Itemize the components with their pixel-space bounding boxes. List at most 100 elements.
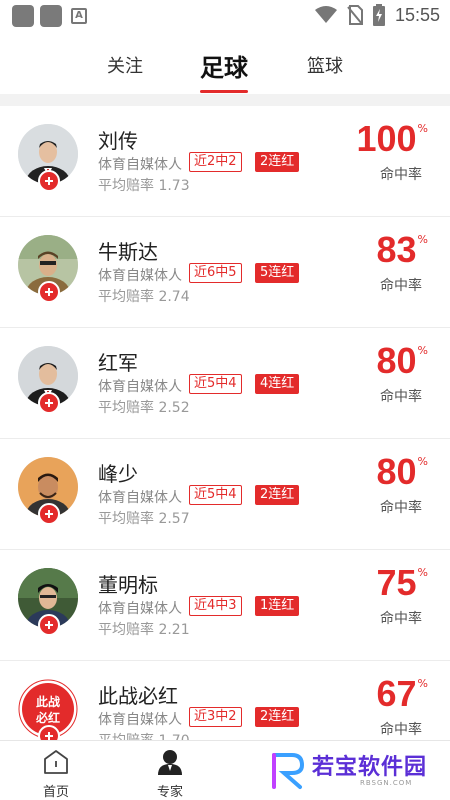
percent-sign: % [417, 455, 428, 468]
wifi-icon [314, 6, 337, 23]
recent-record-badge: 近5中4 [189, 485, 242, 505]
win-streak-badge: 1连红 [255, 596, 300, 616]
avatar-logo-text: 此战 [36, 694, 60, 709]
plus-icon [45, 288, 53, 296]
percent-sign: % [417, 122, 428, 135]
expert-name: 刘传 [98, 129, 138, 153]
hit-rate-value: 75 [376, 562, 417, 603]
follow-button[interactable] [38, 725, 60, 740]
plus-icon [45, 177, 53, 185]
avatar-logo-text: 必红 [35, 710, 60, 725]
hit-rate-label: 命中率 [380, 389, 422, 405]
average-odds: 平均赔率 1.70 [98, 730, 190, 740]
tab-follow[interactable]: 关注 [107, 52, 143, 78]
plus-icon [45, 732, 53, 740]
follow-button[interactable] [38, 392, 60, 414]
hit-rate: 83% [377, 229, 429, 271]
hit-rate-value: 83 [376, 229, 417, 270]
battery-charging-icon [372, 4, 385, 26]
bottom-navigation: 首页 专家 若宝软件园 RBSGN.COM [0, 740, 450, 800]
average-odds: 平均赔率 2.52 [98, 400, 190, 416]
expert-role: 体育自媒体人 [98, 490, 182, 506]
hit-rate: 67% [377, 673, 429, 715]
expert-row[interactable]: 此战 必红 此战必红 体育自媒体人 近3中2 2连红 平均赔率 1.70 67%… [0, 661, 450, 740]
recent-record-badge: 近6中5 [189, 263, 242, 283]
follow-button[interactable] [38, 614, 60, 636]
hit-rate-label: 命中率 [380, 611, 422, 627]
app-notification-icon [12, 5, 34, 27]
app-notification-icon [40, 5, 62, 27]
recent-record-badge: 近4中3 [189, 596, 242, 616]
no-sim-icon [347, 5, 363, 25]
follow-button[interactable] [38, 170, 60, 192]
percent-sign: % [417, 233, 428, 246]
hit-rate: 80% [377, 451, 429, 493]
hit-rate-label: 命中率 [380, 167, 422, 183]
expert-name: 董明标 [98, 573, 158, 597]
recent-record-badge: 近2中2 [189, 152, 242, 172]
win-streak-badge: 5连红 [255, 263, 300, 283]
expert-row[interactable]: 红军 体育自媒体人 近5中4 4连红 平均赔率 2.52 80% 命中率 [0, 328, 450, 439]
plus-icon [45, 399, 53, 407]
hit-rate-label: 命中率 [380, 500, 422, 516]
expert-name: 红军 [98, 351, 138, 375]
percent-sign: % [417, 566, 428, 579]
nav-home[interactable]: 首页 [26, 749, 86, 800]
tab-basketball[interactable]: 篮球 [307, 52, 343, 78]
status-bar: A 15:55 [0, 0, 450, 32]
hit-rate-value: 100 [356, 118, 417, 159]
category-tabs: 关注 足球 篮球 [0, 40, 450, 94]
active-tab-indicator [200, 90, 248, 93]
nav-experts-label: 专家 [156, 785, 183, 800]
watermark-logo-icon [272, 753, 305, 789]
watermark: 若宝软件园 RBSGN.COM [268, 749, 438, 793]
win-streak-badge: 2连红 [255, 707, 300, 727]
hit-rate-value: 80 [376, 340, 417, 381]
recent-record-badge: 近3中2 [189, 707, 242, 727]
expert-role: 体育自媒体人 [98, 601, 182, 617]
expert-role: 体育自媒体人 [98, 157, 182, 173]
expert-role: 体育自媒体人 [98, 268, 182, 284]
expert-row[interactable]: 董明标 体育自媒体人 近4中3 1连红 平均赔率 2.21 75% 命中率 [0, 550, 450, 661]
section-divider [0, 94, 450, 106]
win-streak-badge: 2连红 [255, 152, 300, 172]
expert-list: 刘传 体育自媒体人 近2中2 2连红 平均赔率 1.73 100% 命中率 牛斯… [0, 106, 450, 740]
expert-row[interactable]: 峰少 体育自媒体人 近5中4 2连红 平均赔率 2.57 80% 命中率 [0, 439, 450, 550]
expert-name: 峰少 [98, 462, 138, 486]
hit-rate-value: 67 [376, 673, 417, 714]
nav-home-label: 首页 [42, 785, 69, 800]
average-odds: 平均赔率 1.73 [98, 178, 190, 194]
clock: 15:55 [394, 4, 440, 25]
tab-football[interactable]: 足球 [200, 48, 248, 83]
nav-experts[interactable]: 专家 [140, 749, 200, 800]
expert-name: 牛斯达 [98, 240, 158, 264]
text-notification-icon: A [68, 5, 90, 27]
win-streak-badge: 2连红 [255, 485, 300, 505]
home-icon [44, 750, 68, 774]
hit-rate: 80% [377, 340, 429, 382]
plus-icon [45, 510, 53, 518]
plus-icon [45, 621, 53, 629]
follow-button[interactable] [38, 281, 60, 303]
hit-rate: 100% [356, 118, 428, 160]
hit-rate-label: 命中率 [380, 722, 422, 738]
average-odds: 平均赔率 2.57 [98, 511, 190, 527]
expert-row[interactable]: 刘传 体育自媒体人 近2中2 2连红 平均赔率 1.73 100% 命中率 [0, 106, 450, 217]
hit-rate: 75% [377, 562, 429, 604]
recent-record-badge: 近5中4 [189, 374, 242, 394]
average-odds: 平均赔率 2.74 [98, 289, 190, 305]
watermark-text: 若宝软件园 [312, 755, 428, 780]
expert-role: 体育自媒体人 [98, 379, 182, 395]
expert-icon [158, 750, 182, 775]
expert-row[interactable]: 牛斯达 体育自媒体人 近6中5 5连红 平均赔率 2.74 83% 命中率 [0, 217, 450, 328]
percent-sign: % [417, 677, 428, 690]
percent-sign: % [417, 344, 428, 357]
watermark-subtext: RBSGN.COM [360, 779, 413, 787]
expert-role: 体育自媒体人 [98, 712, 182, 728]
hit-rate-label: 命中率 [380, 278, 422, 294]
hit-rate-value: 80 [376, 451, 417, 492]
follow-button[interactable] [38, 503, 60, 525]
average-odds: 平均赔率 2.21 [98, 622, 190, 638]
expert-name: 此战必红 [98, 684, 178, 708]
win-streak-badge: 4连红 [255, 374, 300, 394]
